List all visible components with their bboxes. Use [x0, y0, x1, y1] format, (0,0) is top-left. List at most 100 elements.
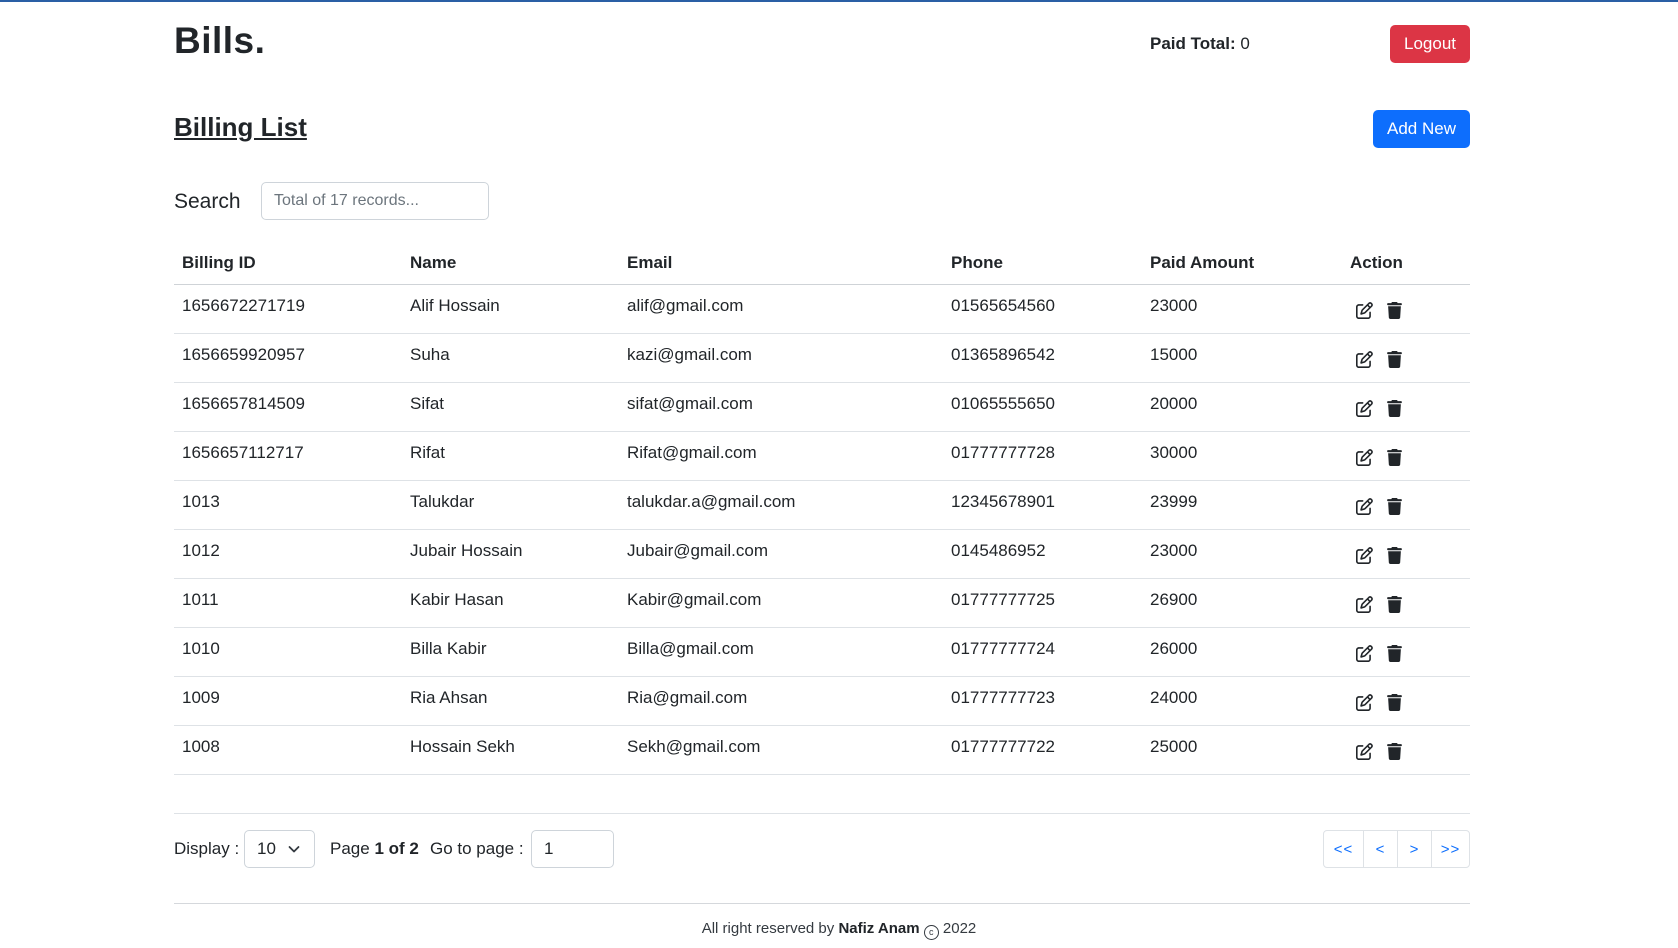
cell-email: Billa@gmail.com [619, 627, 943, 677]
add-new-button[interactable]: Add New [1373, 110, 1470, 148]
cell-billing-id: 1010 [174, 627, 402, 677]
row-actions [1350, 394, 1462, 417]
cell-phone: 01777777724 [943, 627, 1142, 677]
cell-name: Kabir Hasan [402, 578, 619, 628]
trash-icon[interactable] [1387, 742, 1404, 760]
cell-billing-id: 1656657112717 [174, 431, 402, 481]
table-header-row: Billing ID Name Email Phone Paid Amount … [174, 242, 1470, 285]
row-actions [1350, 639, 1462, 662]
last-page-button[interactable]: >> [1431, 830, 1470, 868]
trash-icon[interactable] [1387, 301, 1404, 319]
cell-name: Ria Ahsan [402, 676, 619, 726]
trash-icon[interactable] [1387, 350, 1404, 368]
display-select[interactable]: 10 [244, 830, 315, 868]
billing-table: Billing ID Name Email Phone Paid Amount … [174, 242, 1470, 775]
footer-divider [174, 903, 1470, 904]
cell-name: Rifat [402, 431, 619, 481]
trash-icon[interactable] [1387, 399, 1404, 417]
footer-year: 2022 [942, 920, 977, 937]
trash-icon[interactable] [1387, 693, 1404, 711]
cell-name: Talukdar [402, 480, 619, 530]
goto-page-label: Go to page : [430, 839, 524, 858]
cell-paid-amount: 23999 [1142, 480, 1342, 530]
table-row: 1008 Hossain Sekh Sekh@gmail.com 0177777772… [174, 725, 1470, 775]
search-input[interactable] [261, 182, 489, 220]
page-buttons: << < > >> [1323, 830, 1470, 868]
cell-phone: 01565654560 [943, 284, 1142, 334]
row-actions [1350, 737, 1462, 760]
cell-phone: 0145486952 [943, 529, 1142, 579]
page-prefix: Page [330, 839, 370, 858]
trash-icon[interactable] [1387, 644, 1404, 662]
cell-paid-amount: 20000 [1142, 382, 1342, 432]
goto-page-input[interactable] [531, 830, 614, 868]
edit-icon[interactable] [1356, 644, 1373, 662]
page-current-of-total: 1 of 2 [374, 839, 419, 858]
table-row: 1010 Billa Kabir Billa@gmail.com 0177777772… [174, 627, 1470, 677]
cell-paid-amount: 24000 [1142, 676, 1342, 726]
table-row: 1013 Talukdar talukdar.a@gmail.com 12345678… [174, 480, 1470, 530]
main-container: Bills. Paid Total: 0 Logout Billing List… [174, 0, 1470, 775]
cell-name: Hossain Sekh [402, 725, 619, 775]
brand-logo[interactable]: Bills. [174, 20, 265, 62]
edit-icon[interactable] [1356, 350, 1373, 368]
cell-email: Sekh@gmail.com [619, 725, 943, 775]
display-label: Display : [174, 839, 240, 858]
page-title: Billing List [174, 112, 307, 142]
cell-action [1342, 431, 1470, 481]
cell-email: alif@gmail.com [619, 284, 943, 334]
cell-email: Ria@gmail.com [619, 676, 943, 726]
cell-email: Rifat@gmail.com [619, 431, 943, 481]
copyright-icon: c [923, 925, 939, 940]
next-page-button[interactable]: > [1397, 830, 1432, 868]
row-actions [1350, 688, 1462, 711]
first-page-button[interactable]: << [1323, 830, 1364, 868]
cell-phone: 01777777723 [943, 676, 1142, 726]
column-header-phone: Phone [943, 242, 1142, 285]
footer: All right reserved by Nafiz Anam c 2022 [0, 920, 1678, 940]
previous-page-button[interactable]: < [1363, 830, 1398, 868]
row-actions [1350, 345, 1462, 368]
edit-icon[interactable] [1356, 546, 1373, 564]
cell-billing-id: 1008 [174, 725, 402, 775]
cell-phone: 01777777728 [943, 431, 1142, 481]
edit-icon[interactable] [1356, 497, 1373, 515]
edit-icon[interactable] [1356, 595, 1373, 613]
edit-icon[interactable] [1356, 399, 1373, 417]
footer-author: Nafiz Anam [838, 920, 920, 937]
cell-action [1342, 676, 1470, 726]
search-row: Search [174, 182, 1470, 242]
trash-icon[interactable] [1387, 497, 1404, 515]
paid-total-label: Paid Total: [1150, 34, 1236, 53]
cell-email: Kabir@gmail.com [619, 578, 943, 628]
column-header-billing-id: Billing ID [174, 242, 402, 285]
row-actions [1350, 541, 1462, 564]
cell-phone: 12345678901 [943, 480, 1142, 530]
cell-paid-amount: 15000 [1142, 333, 1342, 383]
paid-total: Paid Total: 0 [1150, 34, 1250, 54]
edit-icon[interactable] [1356, 301, 1373, 319]
pagination-bar: Display : 10 Page 1 of 2 Go to page : <<… [174, 830, 1470, 868]
footer-prefix: All right reserved by [701, 920, 835, 937]
cell-action [1342, 480, 1470, 530]
pagination-divider [174, 813, 1470, 814]
edit-icon[interactable] [1356, 693, 1373, 711]
cell-name: Suha [402, 333, 619, 383]
cell-billing-id: 1011 [174, 578, 402, 628]
table-header: Billing ID Name Email Phone Paid Amount … [174, 242, 1470, 285]
trash-icon[interactable] [1387, 448, 1404, 466]
cell-email: Jubair@gmail.com [619, 529, 943, 579]
cell-paid-amount: 30000 [1142, 431, 1342, 481]
edit-icon[interactable] [1356, 448, 1373, 466]
cell-action [1342, 529, 1470, 579]
row-actions [1350, 296, 1462, 319]
trash-icon[interactable] [1387, 546, 1404, 564]
cell-paid-amount: 26000 [1142, 627, 1342, 677]
edit-icon[interactable] [1356, 742, 1373, 760]
cell-action [1342, 578, 1470, 628]
cell-action [1342, 382, 1470, 432]
cell-billing-id: 1013 [174, 480, 402, 530]
logout-button[interactable]: Logout [1390, 25, 1470, 63]
trash-icon[interactable] [1387, 595, 1404, 613]
table-body: 1656672271719 Alif Hossain alif@gmail.com 0… [174, 284, 1470, 775]
